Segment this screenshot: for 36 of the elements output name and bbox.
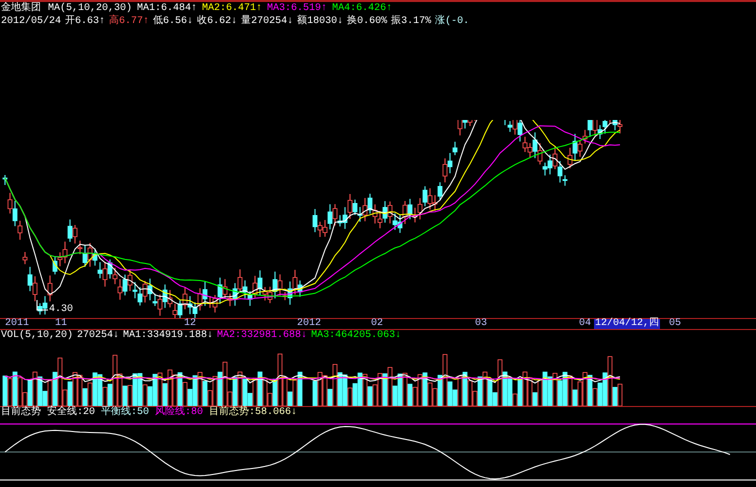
- price-label: 4.30: [49, 305, 74, 315]
- indicator-value: 目前态势: [1, 408, 41, 418]
- quote-value: 2012/05/24: [1, 16, 62, 28]
- axis-label: 2012: [296, 319, 322, 329]
- ma-value: MA2:6.471↑: [202, 2, 262, 15]
- quote-value: 额18030↓: [297, 16, 344, 28]
- quote-value: 涨(-0.: [435, 16, 470, 28]
- axis-label: 12/04/12,四: [594, 319, 660, 329]
- axis-label: 02: [370, 319, 384, 329]
- volume-value: MA1:334919.188↓: [123, 331, 214, 341]
- ma-value: MA4:6.426↑: [332, 2, 392, 15]
- ma-value: MA1:6.484↑: [137, 2, 198, 15]
- indicator-value: 风险线:80: [155, 408, 204, 418]
- quote-value: 开6.63↑: [65, 16, 106, 28]
- quote-value: 收6.62↓: [197, 16, 238, 28]
- volume-value: 270254↓: [77, 331, 120, 341]
- ma-value: MA3:6.519↑: [267, 2, 328, 14]
- indicator-value: 安全线:20: [47, 408, 96, 418]
- volume-value: MA2:332981.688↓: [217, 331, 308, 341]
- quote-value: 振3.17%: [391, 16, 432, 28]
- axis-label: 03: [474, 319, 488, 329]
- ma-label: MA(5,10,20,30): [48, 2, 132, 14]
- quote-value: 量270254↓: [241, 16, 294, 28]
- indicator-value: 目前态势:58.066↓: [209, 408, 298, 418]
- axis-label: 11: [54, 319, 68, 329]
- volume-value: MA3:464205.063↓: [311, 331, 402, 341]
- axis-label: 04: [578, 319, 592, 329]
- axis-label: 05: [668, 319, 682, 329]
- axis-label: 2011: [4, 319, 30, 329]
- quote-value: 低6.56↓: [153, 16, 194, 28]
- quote-value: 高6.77↑: [109, 16, 150, 28]
- stock-name: 金地集团: [1, 2, 42, 16]
- axis-label: 12: [183, 319, 198, 329]
- volume-value: VOL(5,10,20): [1, 331, 74, 341]
- quote-value: 换0.60%: [347, 16, 388, 28]
- indicator-value: 平衡线:50: [101, 408, 150, 418]
